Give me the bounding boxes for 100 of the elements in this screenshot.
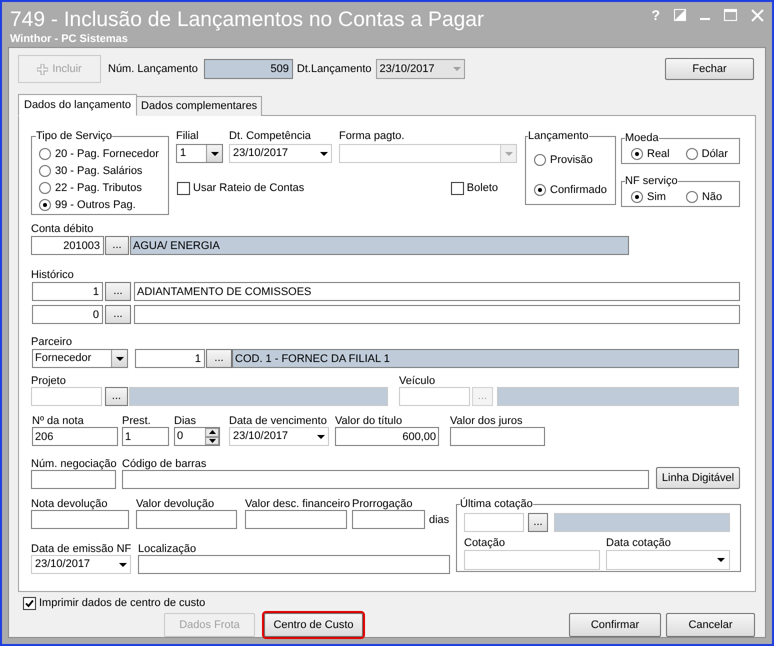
radio-label: Provisão (550, 152, 593, 168)
browse-button[interactable]: ... (105, 387, 128, 406)
field-label: Cotação (464, 536, 506, 550)
tab[interactable]: Dados complementares (137, 96, 262, 116)
field-label: Data cotação (606, 536, 672, 550)
radio-label: 30 - Pag. Salários (55, 164, 142, 179)
date-dropdown[interactable]: 23/10/2017 (229, 427, 329, 446)
entry-number-field[interactable]: 509 (204, 59, 293, 79)
radio-label: 20 - Pag. Fornecedor (55, 146, 159, 162)
radio-button[interactable] (534, 154, 546, 166)
radio-label: 22 - Pag. Tributos (55, 180, 142, 196)
checkbox[interactable] (450, 182, 464, 195)
quote-field[interactable] (464, 550, 600, 570)
radio-button[interactable] (631, 148, 643, 160)
radio-button[interactable] (686, 191, 698, 203)
field-label: Nota devolução (31, 498, 108, 510)
barcode-field[interactable] (122, 470, 649, 489)
field-label: Conta débito (31, 223, 94, 235)
tab[interactable]: Dados do lançamento (18, 94, 138, 116)
footer-button[interactable]: Centro de Custo (264, 613, 363, 637)
caret-icon (119, 562, 127, 566)
date-dropdown[interactable]: 23/10/2017 (376, 59, 464, 79)
unit-label: dias (429, 512, 450, 528)
group-title: Última cotação (460, 496, 533, 512)
partner-type-dropdown[interactable]: Fornecedor (32, 349, 128, 368)
browse-button[interactable]: ... (105, 305, 131, 324)
vehicle-code-field[interactable] (399, 387, 470, 406)
history-code-field[interactable]: 1 (32, 282, 103, 301)
amount-field[interactable]: 600,00 (335, 427, 439, 446)
negotiation-number-field[interactable] (31, 470, 116, 489)
history-code-field[interactable]: 0 (32, 305, 103, 324)
footer-button[interactable]: Cancelar (666, 613, 755, 637)
quote-description-field[interactable] (554, 512, 730, 532)
interest-field[interactable] (450, 427, 545, 446)
digitable-line-button[interactable]: Linha Digitável (656, 467, 740, 489)
project-code-field[interactable] (31, 387, 102, 406)
field-label: Data de emissão NF (31, 542, 131, 555)
installment-field[interactable]: 1 (122, 427, 169, 446)
caret-icon (717, 558, 725, 562)
radio-button[interactable] (631, 191, 643, 203)
days-spinner[interactable]: 0 (174, 427, 220, 446)
spin-arrows-icon[interactable] (205, 428, 219, 445)
partner-code-field[interactable]: 1 (135, 349, 205, 368)
radio-button[interactable] (686, 148, 698, 160)
date-dropdown[interactable]: 23/10/2017 (229, 144, 332, 163)
field-label: Dt.Lançamento (296, 62, 372, 77)
vehicle-description-field[interactable] (497, 387, 739, 406)
radio-button[interactable] (39, 148, 51, 160)
partner-description-field[interactable]: COD. 1 - FORNEC DA FILIAL 1 (232, 349, 739, 368)
return-invoice-field[interactable] (31, 510, 129, 529)
caret-icon (320, 152, 328, 156)
field-label: Valor dos juros (450, 414, 524, 427)
field-label: Dt. Competência (229, 129, 312, 144)
close-icon[interactable] (751, 8, 764, 22)
field-label: Código de barras (122, 457, 208, 470)
footer-button[interactable]: Confirmar (569, 613, 661, 637)
quote-code-field[interactable] (464, 512, 524, 532)
radio-label: Sim (647, 190, 666, 205)
radio-button[interactable] (39, 165, 51, 177)
field-label: Projeto (31, 374, 67, 387)
return-amount-field[interactable] (136, 510, 237, 529)
location-field[interactable] (138, 555, 450, 574)
radio-button[interactable] (534, 184, 546, 196)
account-description-field[interactable]: AGUA/ ENERGIA (130, 236, 629, 255)
restore-icon[interactable] (674, 9, 686, 21)
radio-button[interactable] (39, 199, 51, 211)
invoice-number-field[interactable]: 206 (32, 427, 118, 446)
group-title: Tipo de Serviço (36, 129, 112, 144)
browse-button[interactable]: ... (105, 282, 131, 301)
account-code-field[interactable]: 201003 (31, 236, 104, 255)
field-label: Núm. Lançamento (108, 62, 198, 77)
history-text-field[interactable] (134, 305, 740, 324)
branch-dropdown[interactable]: 1 (176, 144, 223, 163)
checkbox[interactable] (23, 597, 36, 610)
plus-icon (37, 64, 48, 74)
field-label: Dias (174, 414, 198, 427)
radio-label: Dólar (702, 146, 728, 162)
radio-button[interactable] (39, 182, 51, 194)
browse-button[interactable]: ... (105, 236, 129, 255)
project-description-field[interactable] (129, 387, 388, 406)
field-label: Histórico (31, 269, 74, 281)
field-label: Localização (138, 542, 198, 555)
checkbox-label: Imprimir dados de centro de custo (39, 596, 206, 612)
radio-label: Real (647, 146, 670, 162)
field-label: Veículo (399, 374, 436, 387)
date-dropdown[interactable]: 23/10/2017 (31, 555, 131, 574)
group-title: Lançamento (528, 129, 589, 144)
field-label: Prest. (122, 414, 152, 427)
checkbox[interactable] (177, 182, 190, 195)
history-text-field[interactable]: ADIANTAMENTO DE COMISSOES (134, 282, 740, 301)
discount-amount-field[interactable] (245, 510, 347, 529)
browse-button[interactable]: ... (206, 349, 232, 368)
maximize-icon[interactable] (724, 9, 737, 21)
group-title: Moeda (625, 131, 659, 146)
checkbox-label: Usar Rateio de Contas (193, 181, 304, 196)
field-label: Valor devolução (136, 498, 216, 510)
extension-field[interactable] (352, 510, 425, 529)
close-button[interactable]: Fechar (665, 58, 754, 80)
field-label: Nº da nota (32, 414, 85, 427)
browse-button[interactable]: ... (528, 512, 548, 532)
